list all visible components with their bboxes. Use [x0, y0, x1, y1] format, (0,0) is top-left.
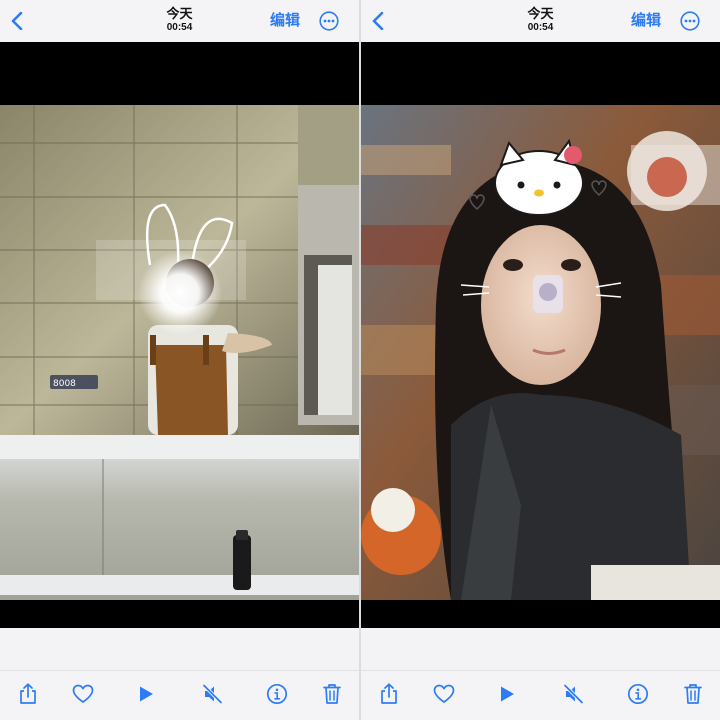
svg-text:8008: 8008: [53, 379, 76, 389]
more-button[interactable]: [319, 11, 339, 31]
nav-subtitle: 00:54: [166, 22, 193, 33]
bottom-toolbar: [0, 670, 359, 720]
share-button[interactable]: [376, 681, 402, 707]
edit-button[interactable]: 编辑: [631, 11, 661, 31]
nav-subtitle: 00:54: [527, 22, 554, 33]
play-icon: [501, 686, 514, 702]
chevron-left-icon: [11, 12, 23, 30]
top-nav-bar: 今天 00:54 编辑: [361, 0, 720, 43]
trash-icon: [684, 684, 702, 704]
photo-canvas[interactable]: [361, 42, 720, 628]
play-button[interactable]: [133, 681, 159, 707]
nav-title-block: 今天 00:54: [361, 6, 720, 34]
below-photo-strip: [0, 628, 359, 670]
info-icon: [627, 683, 649, 705]
play-button[interactable]: [494, 681, 520, 707]
info-button[interactable]: [264, 681, 290, 707]
nav-title: 今天: [166, 6, 193, 21]
mute-button[interactable]: [200, 681, 226, 707]
mute-button[interactable]: [561, 681, 587, 707]
below-photo-strip: [361, 628, 720, 670]
photo-selfie-stickers[interactable]: [361, 105, 720, 600]
trash-icon: [323, 684, 341, 704]
info-button[interactable]: [625, 681, 651, 707]
share-button[interactable]: [15, 681, 41, 707]
selfie-sticker-image: [361, 105, 720, 600]
share-icon: [20, 683, 36, 704]
back-button[interactable]: [6, 8, 28, 34]
bottom-toolbar: [361, 670, 720, 720]
left-photo-viewer: 今天 00:54 编辑 8008: [0, 0, 359, 720]
right-photo-viewer: 今天 00:54 编辑: [361, 0, 720, 720]
back-button[interactable]: [367, 8, 389, 34]
heart-icon: [72, 684, 94, 703]
nav-title-block: 今天 00:54: [0, 6, 359, 34]
favorite-button[interactable]: [70, 681, 96, 707]
mirror-selfie-image: 8008: [0, 105, 359, 600]
nav-title: 今天: [527, 6, 554, 21]
info-icon: [266, 683, 288, 705]
mute-icon: [563, 684, 584, 704]
more-circle-icon: [680, 11, 700, 31]
more-circle-icon: [319, 11, 339, 31]
delete-button[interactable]: [680, 681, 706, 707]
edit-button[interactable]: 编辑: [270, 11, 300, 31]
favorite-button[interactable]: [431, 681, 457, 707]
chevron-left-icon: [372, 12, 384, 30]
delete-button[interactable]: [319, 681, 345, 707]
top-nav-bar: 今天 00:54 编辑: [0, 0, 359, 43]
photo-mirror-selfie[interactable]: 8008: [0, 105, 359, 600]
mute-icon: [202, 684, 223, 704]
play-icon: [140, 686, 153, 702]
heart-icon: [433, 684, 455, 703]
more-button[interactable]: [680, 11, 700, 31]
share-icon: [381, 683, 397, 704]
photo-canvas[interactable]: 8008: [0, 42, 359, 628]
